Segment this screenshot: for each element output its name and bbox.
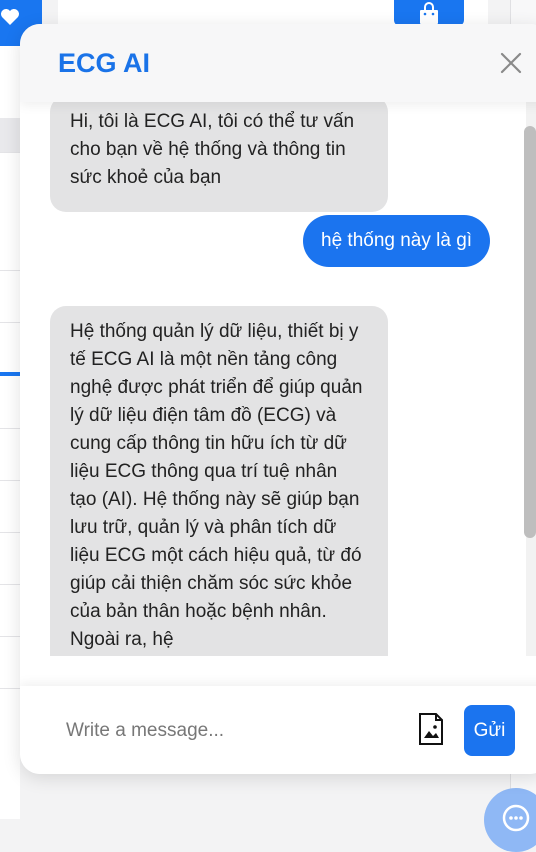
- close-icon: [500, 52, 522, 74]
- heart-icon: [1, 9, 19, 25]
- chat-fab-button[interactable]: [484, 788, 536, 852]
- scrollbar-thumb[interactable]: [524, 126, 536, 538]
- message-list[interactable]: Hi, tôi là ECG AI, tôi có thể tư vấn cho…: [20, 102, 526, 656]
- shopping-bag-icon: [420, 2, 438, 24]
- send-button[interactable]: Gửi: [464, 705, 515, 756]
- shopping-bag-button[interactable]: [394, 0, 464, 26]
- close-button[interactable]: [496, 48, 526, 78]
- bot-message: Hệ thống quản lý dữ liệu, thiết bị y tế …: [50, 306, 388, 656]
- chat-fab-icon: [502, 804, 530, 832]
- message-composer: Gửi: [20, 686, 536, 774]
- chat-header: ECG AI: [20, 24, 536, 102]
- message-input[interactable]: [64, 710, 398, 752]
- user-message: hệ thống này là gì: [303, 215, 491, 267]
- image-upload-icon: [419, 713, 443, 745]
- chat-title: ECG AI: [58, 48, 151, 78]
- attach-image-button[interactable]: [417, 712, 445, 746]
- chat-window: ECG AI Hi, tôi là ECG AI, tôi có thể tư …: [20, 24, 536, 774]
- bot-message: Hi, tôi là ECG AI, tôi có thể tư vấn cho…: [50, 102, 388, 212]
- active-indicator: [0, 372, 20, 376]
- background-block: [0, 118, 20, 152]
